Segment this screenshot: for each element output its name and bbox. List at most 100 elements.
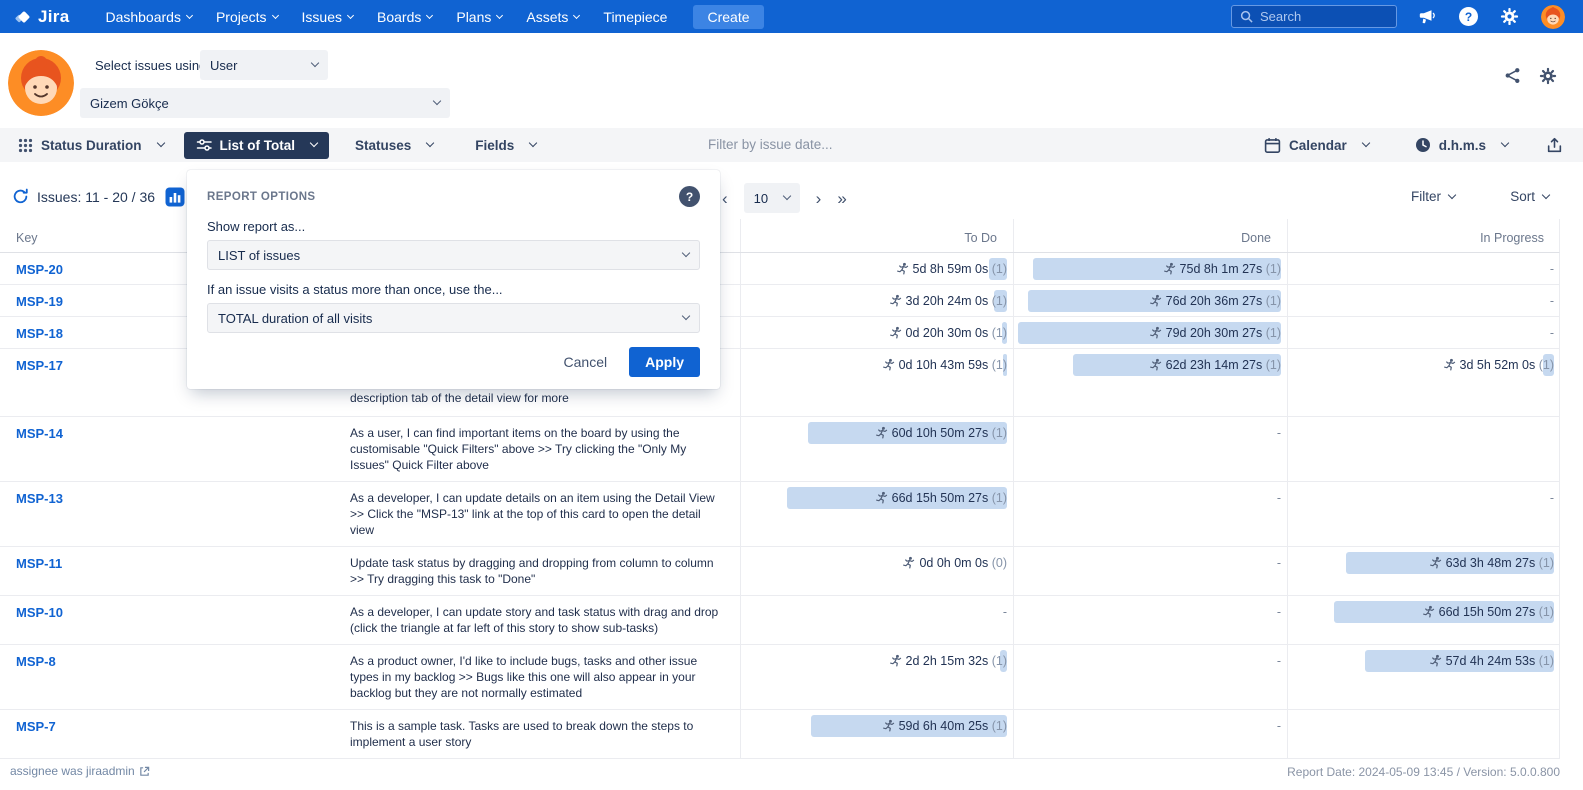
- nav-item-boards[interactable]: Boards: [365, 0, 444, 33]
- cancel-button[interactable]: Cancel: [564, 354, 608, 370]
- statuses-button[interactable]: Statuses: [347, 132, 441, 159]
- issue-key-link[interactable]: MSP-17: [16, 358, 63, 373]
- runner-icon: [882, 719, 895, 732]
- issue-summary: description tab of the detail view for m…: [350, 390, 569, 406]
- time-format-button[interactable]: d.h.m.s: [1407, 131, 1516, 159]
- nav-item-label: Assets: [526, 9, 568, 25]
- calendar-button[interactable]: Calendar: [1256, 131, 1377, 160]
- issue-key-link[interactable]: MSP-20: [16, 262, 63, 277]
- duration-text: 3d 20h 24m 0s (1): [741, 293, 1007, 309]
- report-name-button[interactable]: Status Duration: [10, 132, 172, 159]
- issue-source-select[interactable]: User: [200, 50, 328, 80]
- empty-duration-dash: -: [1550, 262, 1554, 276]
- runner-icon: [889, 326, 902, 339]
- sort-button[interactable]: Sort: [1510, 189, 1549, 204]
- issue-summary: Update task status by dragging and dropp…: [350, 556, 714, 586]
- table-row: MSP-10 As a developer, I can update stor…: [0, 596, 1560, 645]
- duration-count: (1): [1262, 262, 1281, 276]
- clock-icon: [1415, 137, 1431, 153]
- issue-key-link[interactable]: MSP-8: [16, 654, 56, 669]
- share-icon[interactable]: [1504, 67, 1521, 84]
- jira-logo[interactable]: Jira: [14, 7, 69, 27]
- duration-count: (1): [1535, 358, 1554, 372]
- nav-item-timepiece[interactable]: Timepiece: [591, 0, 679, 33]
- duration-text: 5d 8h 59m 0s (1): [741, 261, 1007, 277]
- issue-key-link[interactable]: MSP-10: [16, 605, 63, 620]
- help-question-mark: ?: [686, 190, 693, 204]
- done-duration-cell: 62d 23h 14m 27s (1): [1013, 349, 1287, 416]
- export-icon[interactable]: [1546, 137, 1563, 154]
- nav-item-dashboards[interactable]: Dashboards: [93, 0, 204, 33]
- duration-value: 59d 6h 40m 25s: [899, 719, 989, 733]
- issue-key-link[interactable]: MSP-11: [16, 556, 62, 571]
- dialog-actions: Cancel Apply: [207, 347, 700, 377]
- duration-value: 0d 0h 0m 0s: [919, 556, 988, 570]
- calendar-icon: [1264, 137, 1281, 154]
- show-report-as-select[interactable]: LIST of issues: [207, 240, 700, 270]
- nav-item-projects[interactable]: Projects: [204, 0, 290, 33]
- duration-value: 0d 10h 43m 59s: [899, 358, 989, 372]
- issue-date-filter-input[interactable]: Filter by issue date...: [708, 137, 833, 152]
- report-user-header: Select issues using User Gizem Gökçe: [0, 33, 1583, 128]
- todo-duration-cell: 5d 8h 59m 0s (1): [740, 253, 1013, 284]
- footer-assignee-link[interactable]: assignee was jiraadmin: [10, 764, 150, 778]
- issue-summary: This is a sample task. Tasks are used to…: [350, 719, 693, 749]
- inprogress-duration-cell: 66d 15h 50m 27s (1): [1287, 596, 1560, 644]
- duration-value: 3d 5h 52m 0s: [1460, 358, 1536, 372]
- next-page-button[interactable]: ›: [816, 190, 822, 207]
- issue-key-cell: MSP-8: [0, 645, 345, 709]
- issue-key-cell: MSP-13: [0, 482, 345, 546]
- chart-view-icon[interactable]: [165, 187, 185, 207]
- issue-key-link[interactable]: MSP-18: [16, 326, 63, 341]
- duration-text: 3d 5h 52m 0s (1): [1288, 357, 1554, 373]
- runner-icon: [902, 556, 915, 569]
- nav-item-label: Dashboards: [105, 9, 181, 25]
- apply-button[interactable]: Apply: [629, 347, 700, 377]
- help-icon[interactable]: ?: [1459, 7, 1478, 26]
- dialog-help-icon[interactable]: ?: [679, 186, 700, 207]
- duration-text: 75d 8h 1m 27s (1): [1014, 261, 1281, 277]
- fields-button[interactable]: Fields: [467, 132, 544, 159]
- last-page-button[interactable]: »: [837, 190, 846, 207]
- duration-text: 62d 23h 14m 27s (1): [1014, 357, 1281, 373]
- issue-key-link[interactable]: MSP-13: [16, 491, 63, 506]
- duration-value: 63d 3h 48m 27s: [1446, 556, 1536, 570]
- done-duration-cell: -: [1013, 547, 1287, 595]
- search-input[interactable]: Search: [1231, 5, 1397, 28]
- issue-key-link[interactable]: MSP-19: [16, 294, 63, 309]
- nav-item-issues[interactable]: Issues: [290, 0, 365, 33]
- user-avatar-small[interactable]: [1541, 5, 1565, 29]
- issue-summary: As a product owner, I'd like to include …: [350, 654, 697, 700]
- report-type-button[interactable]: List of Total: [184, 132, 330, 159]
- report-date-version: Report Date: 2024-05-09 13:45 / Version:…: [1287, 765, 1560, 779]
- nav-item-assets[interactable]: Assets: [514, 0, 591, 33]
- refresh-icon[interactable]: [12, 188, 29, 205]
- page-size-select[interactable]: 10: [744, 183, 800, 213]
- admin-gear-icon[interactable]: [1500, 7, 1519, 26]
- nav-item-plans[interactable]: Plans: [444, 0, 514, 33]
- duration-count: (1): [988, 358, 1007, 372]
- issue-key-link[interactable]: MSP-7: [16, 719, 56, 734]
- announcements-megaphone-icon[interactable]: [1419, 9, 1437, 24]
- issue-key-link[interactable]: MSP-14: [16, 426, 63, 441]
- done-duration-cell: -: [1013, 645, 1287, 709]
- empty-duration-dash: -: [1277, 654, 1281, 668]
- table-row: MSP-11 Update task status by dragging an…: [0, 547, 1560, 596]
- avatar-illustration: [1541, 5, 1565, 29]
- help-question-mark: ?: [1465, 10, 1472, 24]
- duration-count: (1): [1535, 654, 1554, 668]
- filter-button[interactable]: Filter: [1411, 189, 1455, 204]
- create-button[interactable]: Create: [693, 5, 763, 29]
- user-select[interactable]: Gizem Gökçe: [80, 88, 450, 118]
- done-duration-cell: -: [1013, 710, 1287, 758]
- report-settings-gear-icon[interactable]: [1539, 67, 1557, 85]
- todo-duration-cell: 60d 10h 50m 27s (1): [740, 417, 1013, 481]
- todo-duration-cell: 0d 10h 43m 59s (1): [740, 349, 1013, 416]
- duration-text: 0d 10h 43m 59s (1): [741, 357, 1007, 373]
- prev-page-button[interactable]: ‹: [722, 190, 728, 207]
- assignee-link-text: assignee was jiraadmin: [10, 764, 135, 778]
- multiple-visits-select[interactable]: TOTAL duration of all visits: [207, 303, 700, 333]
- inprogress-duration-cell: 3d 5h 52m 0s (1): [1287, 349, 1560, 416]
- inprogress-duration-cell: 63d 3h 48m 27s (1): [1287, 547, 1560, 595]
- chevron-down-icon: [1448, 190, 1456, 198]
